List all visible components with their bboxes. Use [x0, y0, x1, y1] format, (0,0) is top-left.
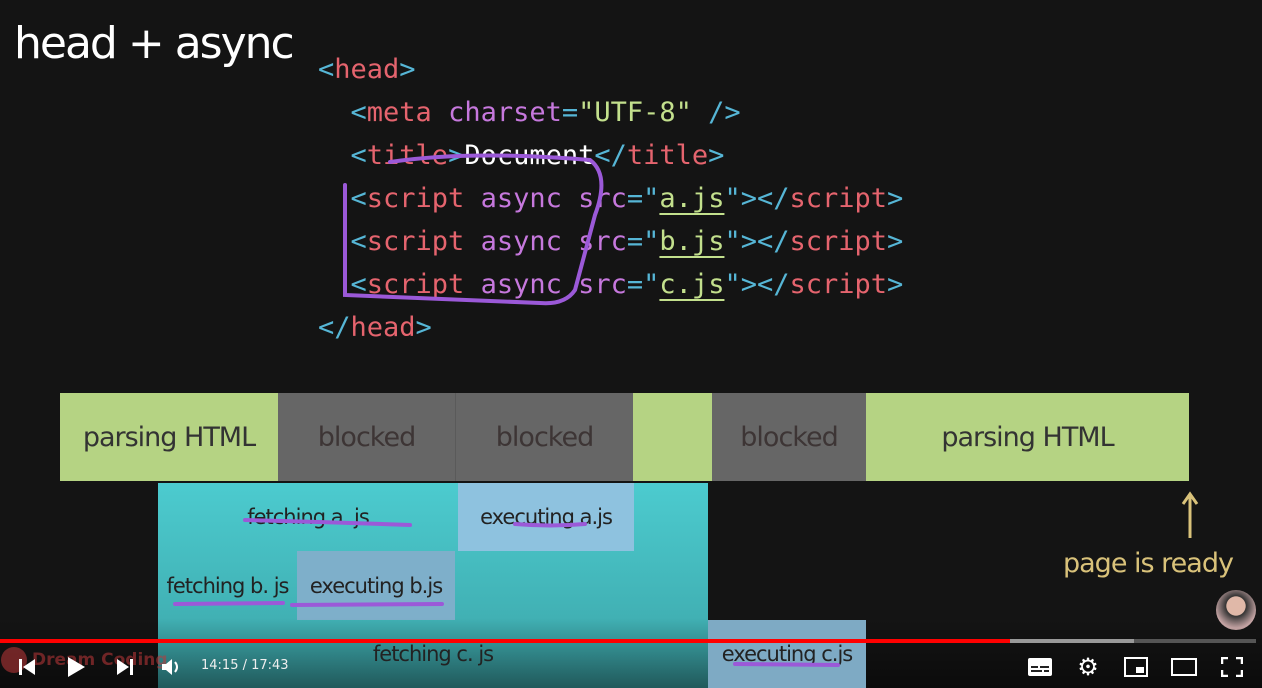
miniplayer-icon: [1124, 657, 1148, 677]
parsing-html-1: parsing HTML: [60, 393, 278, 481]
next-icon: [117, 659, 133, 675]
fetching-c: fetching c. js: [372, 642, 494, 666]
executing-b: executing b.js: [297, 551, 455, 620]
next-button[interactable]: [110, 650, 140, 684]
played-bar: [0, 639, 1010, 643]
blocked-3: blocked: [712, 393, 866, 481]
fullscreen-icon: [1221, 657, 1243, 677]
volume-button[interactable]: [158, 650, 186, 684]
presenter-avatar: [1216, 590, 1256, 630]
executing-c: executing c.js: [708, 620, 866, 688]
subtitles-button[interactable]: [1024, 650, 1056, 684]
fetching-b: fetching b. js: [166, 573, 289, 598]
subtitles-icon: [1028, 658, 1052, 676]
arrow-up-icon: [1181, 491, 1199, 538]
fullscreen-button[interactable]: [1216, 650, 1248, 684]
previous-button[interactable]: [12, 650, 42, 684]
script-line: <script async src="a.js"></script>: [350, 183, 904, 214]
theater-mode-button[interactable]: [1168, 650, 1200, 684]
page-ready-label: page is ready: [1063, 548, 1234, 579]
blocked-1: blocked: [278, 393, 456, 481]
time-display: 14:15 / 17:43: [201, 658, 289, 673]
script-line: <script async src="b.js"></script>: [350, 226, 904, 257]
miniplayer-button[interactable]: [1120, 650, 1152, 684]
play-button[interactable]: [60, 650, 92, 684]
volume-icon: [162, 659, 178, 675]
fetching-a: fetching a. js: [247, 505, 370, 529]
code-block: <head> <meta charset="UTF-8" /> <title>D…: [318, 54, 904, 343]
play-icon: [68, 657, 85, 677]
blocked-2: blocked: [456, 393, 633, 481]
progress-bar[interactable]: [0, 639, 1256, 643]
theater-mode-icon: [1171, 658, 1197, 676]
settings-button[interactable]: ⚙: [1072, 650, 1104, 684]
previous-icon: [19, 659, 35, 675]
settings-icon: ⚙: [1077, 653, 1099, 681]
executing-a: executing a.js: [458, 483, 634, 551]
script-line: <script async src="c.js"></script>: [350, 269, 904, 300]
parsing-html-2: parsing HTML: [866, 393, 1189, 481]
parsing-gap: [633, 393, 712, 481]
slide-title: head + async: [14, 18, 295, 69]
